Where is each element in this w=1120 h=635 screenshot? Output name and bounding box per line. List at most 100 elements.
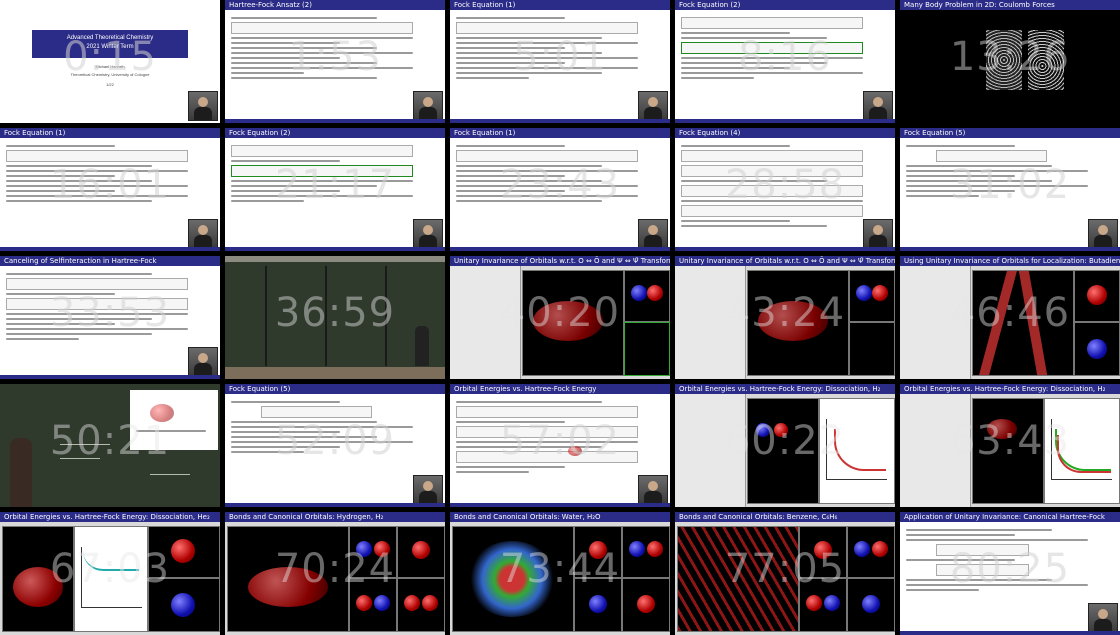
lecturer (415, 326, 429, 366)
orbital-panel (847, 526, 895, 578)
orbital-panel (1074, 322, 1120, 376)
software-sidebar (900, 266, 971, 379)
thumbnail-8[interactable]: Fock Equation (4) 28:58 (675, 128, 895, 251)
slide-title: Unitary Invariance of Orbitals w.r.t. O … (675, 256, 895, 266)
slide-title: Orbital Energies vs. Hartree-Fock Energy… (900, 384, 1120, 394)
thumbnail-23[interactable]: Bonds and Canonical Orbitals: Benzene, C… (675, 512, 895, 635)
slide-title: Hartree-Fock Ansatz (2) (225, 0, 445, 10)
slide-body (456, 142, 638, 245)
webcam-overlay (638, 219, 668, 249)
orbital-panel (397, 578, 445, 632)
software-sidebar (450, 266, 521, 379)
thumbnail-5[interactable]: Fock Equation (1) 16:01 (0, 128, 220, 251)
slide-title: Many Body Problem in 2D: Coulomb Forces (900, 0, 1120, 10)
thumbnail-grid: Advanced Theoretical Chemistry 2021 Wint… (0, 0, 1120, 635)
viewer-panel (2, 526, 74, 632)
thumbnail-24[interactable]: Application of Unitary Invariance: Canon… (900, 512, 1120, 635)
thumbnail-10[interactable]: Canceling of Selfinteraction in Hartree-… (0, 256, 220, 379)
webcam-overlay (188, 91, 218, 121)
viewer-panel (452, 526, 574, 632)
slide-title: Orbital Energies vs. Hartree-Fock Energy (450, 384, 670, 394)
thumbnail-0[interactable]: Advanced Theoretical Chemistry 2021 Wint… (0, 0, 220, 123)
thumbnail-11[interactable]: 36:59 (225, 256, 445, 379)
orbital-panel (624, 270, 670, 322)
slide-title: Fock Equation (2) (675, 0, 895, 10)
thumbnail-17[interactable]: Orbital Energies vs. Hartree-Fock Energy… (450, 384, 670, 507)
energy-plot (1044, 398, 1120, 504)
webcam-overlay (863, 91, 893, 121)
slide-title: Fock Equation (4) (675, 128, 895, 138)
affiliation: Theoretical Chemistry, University of Col… (70, 72, 150, 77)
orbital-panel (849, 270, 895, 322)
thumbnail-9[interactable]: Fock Equation (5) 31:02 (900, 128, 1120, 251)
orbital-panel (574, 526, 622, 578)
orbital-panel (1074, 270, 1120, 322)
thumbnail-18[interactable]: Orbital Energies vs. Hartree-Fock Energy… (675, 384, 895, 507)
thumbnail-15[interactable]: 50:21 (0, 384, 220, 507)
viewer-panel (747, 398, 819, 504)
energy-plot (819, 398, 895, 504)
slide-title: Fock Equation (5) (225, 384, 445, 394)
orbital-panel (148, 578, 220, 632)
webcam-overlay (413, 91, 443, 121)
webcam-overlay (638, 91, 668, 121)
slide-body (456, 398, 638, 501)
thumbnail-13[interactable]: Unitary Invariance of Orbitals w.r.t. O … (675, 256, 895, 379)
thumbnail-21[interactable]: Bonds and Canonical Orbitals: Hydrogen, … (225, 512, 445, 635)
thumbnail-7[interactable]: Fock Equation (1) 23:43 (450, 128, 670, 251)
thumbnail-3[interactable]: Fock Equation (2) 8:16 (675, 0, 895, 123)
orbital-panel (574, 578, 622, 632)
particle-image (986, 30, 1022, 90)
orbital-panel (349, 578, 397, 632)
slide-subtitle: 2021 Winter Term (86, 44, 134, 50)
webcam-overlay (1088, 219, 1118, 249)
viewer-panel (972, 398, 1044, 504)
slide-title: Bonds and Canonical Orbitals: Hydrogen, … (225, 512, 445, 522)
software-sidebar (900, 394, 971, 507)
slide-title: Bonds and Canonical Orbitals: Benzene, C… (675, 512, 895, 522)
viewer-panel (677, 526, 799, 632)
highlight-mark (568, 446, 582, 456)
slide-body (6, 270, 188, 373)
lecturer (10, 438, 32, 507)
viewer-panel (972, 270, 1074, 376)
page-number: 1/22 (106, 82, 114, 87)
webcam-overlay (863, 219, 893, 249)
orbital-panel (799, 578, 847, 632)
thumbnail-14[interactable]: Using Unitary Invariance of Orbitals for… (900, 256, 1120, 379)
orbital-panel (148, 526, 220, 578)
thumbnail-2[interactable]: Fock Equation (1) 5:01 (450, 0, 670, 123)
timecode: 36:59 (274, 290, 396, 336)
webcam-overlay (188, 347, 218, 377)
orbital-panel (847, 578, 895, 632)
webcam-overlay (1088, 603, 1118, 633)
slide-title: Fock Equation (1) (450, 128, 670, 138)
thumbnail-12[interactable]: Unitary Invariance of Orbitals w.r.t. O … (450, 256, 670, 379)
slide-title: Using Unitary Invariance of Orbitals for… (900, 256, 1120, 266)
thumbnail-19[interactable]: Orbital Energies vs. Hartree-Fock Energy… (900, 384, 1120, 507)
orbital-panel (622, 578, 670, 632)
projected-slide (130, 390, 218, 450)
thumbnail-16[interactable]: Fock Equation (5) 52:09 (225, 384, 445, 507)
author: Michael Hanrath (95, 64, 125, 69)
webcam-overlay (188, 219, 218, 249)
title-band: Advanced Theoretical Chemistry 2021 Wint… (32, 30, 188, 58)
thumbnail-6[interactable]: Fock Equation (2) 21:17 (225, 128, 445, 251)
slide-body (231, 14, 413, 117)
slide-title: Application of Unitary Invariance: Canon… (900, 512, 1120, 522)
thumbnail-1[interactable]: Hartree-Fock Ansatz (2) 1:53 (225, 0, 445, 123)
viewer-panel (747, 270, 849, 376)
thumbnail-4[interactable]: Many Body Problem in 2D: Coulomb Forces … (900, 0, 1120, 123)
slide-body (681, 14, 863, 117)
slide-body (681, 142, 863, 245)
webcam-overlay (413, 475, 443, 505)
orbital-panel (349, 526, 397, 578)
slide-body (6, 142, 188, 245)
software-sidebar (675, 266, 746, 379)
orbital-panel (849, 322, 895, 376)
slide-body (906, 526, 1088, 629)
thumbnail-20[interactable]: Orbital Energies vs. Hartree-Fock Energy… (0, 512, 220, 635)
slide-title: Fock Equation (2) (225, 128, 445, 138)
orbital-panel (624, 322, 670, 376)
thumbnail-22[interactable]: Bonds and Canonical Orbitals: Water, H₂O… (450, 512, 670, 635)
